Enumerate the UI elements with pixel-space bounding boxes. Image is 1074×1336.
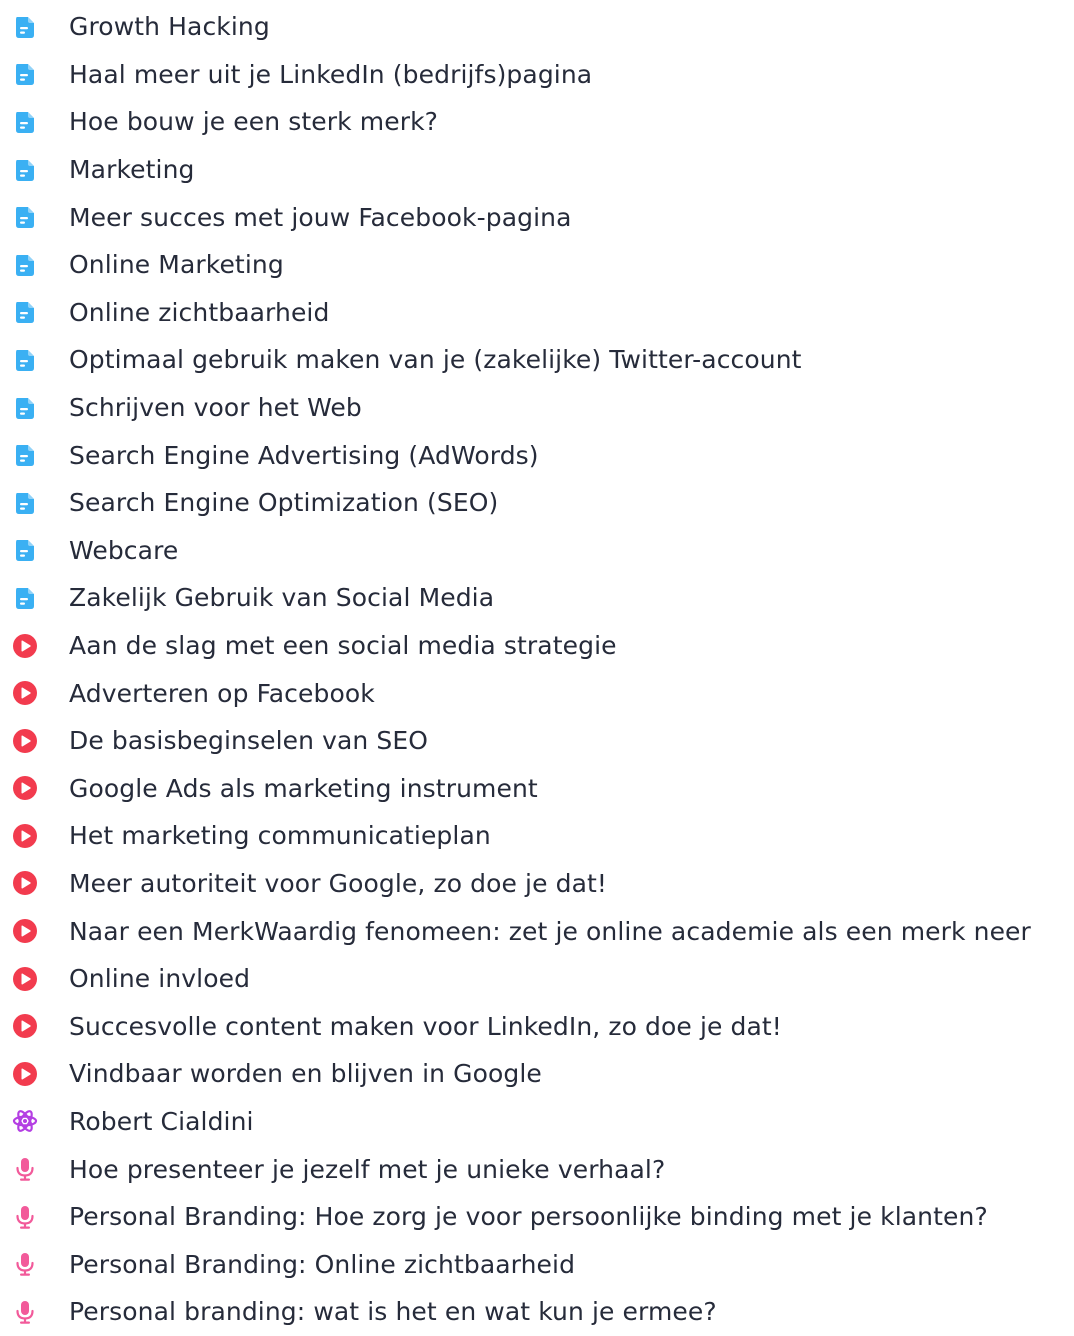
list-item[interactable]: Personal Branding: Hoe zorg je voor pers…: [0, 1193, 1074, 1241]
play-icon: [12, 823, 38, 849]
document-icon: [12, 442, 38, 468]
list-item-label[interactable]: Hoe presenteer je jezelf met je unieke v…: [69, 1157, 665, 1182]
play-icon: [12, 728, 38, 754]
list-item-label[interactable]: Personal Branding: Hoe zorg je voor pers…: [69, 1204, 988, 1229]
list-item[interactable]: Search Engine Advertising (AdWords): [0, 431, 1074, 479]
list-item-label[interactable]: Schrijven voor het Web: [69, 395, 362, 420]
document-icon: [12, 537, 38, 563]
list-item[interactable]: Optimaal gebruik maken van je (zakelijke…: [0, 336, 1074, 384]
list-item[interactable]: De basisbeginselen van SEO: [0, 717, 1074, 765]
list-item[interactable]: Het marketing communicatieplan: [0, 812, 1074, 860]
list-item[interactable]: Search Engine Optimization (SEO): [0, 479, 1074, 527]
list-item[interactable]: Google Ads als marketing instrument: [0, 765, 1074, 813]
list-item-label[interactable]: Hoe bouw je een sterk merk?: [69, 109, 438, 134]
play-icon: [12, 870, 38, 896]
play-icon: [12, 918, 38, 944]
list-item[interactable]: Hoe presenteer je jezelf met je unieke v…: [0, 1145, 1074, 1193]
list-item[interactable]: Robert Cialdini: [0, 1098, 1074, 1146]
list-item[interactable]: Vindbaar worden en blijven in Google: [0, 1050, 1074, 1098]
list-item[interactable]: Zakelijk Gebruik van Social Media: [0, 574, 1074, 622]
play-icon: [12, 680, 38, 706]
microphone-icon: [12, 1299, 38, 1325]
list-item-label[interactable]: De basisbeginselen van SEO: [69, 728, 428, 753]
list-item[interactable]: Meer autoriteit voor Google, zo doe je d…: [0, 860, 1074, 908]
list-item-label[interactable]: Aan de slag met een social media strateg…: [69, 633, 617, 658]
list-item-label[interactable]: Zakelijk Gebruik van Social Media: [69, 585, 494, 610]
list-item[interactable]: Hoe bouw je een sterk merk?: [0, 98, 1074, 146]
list-item-label[interactable]: Robert Cialdini: [69, 1109, 254, 1134]
list-item[interactable]: Succesvolle content maken voor LinkedIn,…: [0, 1002, 1074, 1050]
list-item-label[interactable]: Succesvolle content maken voor LinkedIn,…: [69, 1014, 782, 1039]
list-item-label[interactable]: Search Engine Optimization (SEO): [69, 490, 498, 515]
content-list: Growth Hacking Haal meer uit je LinkedIn …: [0, 3, 1074, 1336]
play-icon: [12, 966, 38, 992]
list-item[interactable]: Naar een MerkWaardig fenomeen: zet je on…: [0, 907, 1074, 955]
list-item-label[interactable]: Marketing: [69, 157, 195, 182]
list-item[interactable]: Meer succes met jouw Facebook-pagina: [0, 193, 1074, 241]
atom-icon: [12, 1108, 38, 1134]
microphone-icon: [12, 1156, 38, 1182]
list-item-label[interactable]: Online Marketing: [69, 252, 284, 277]
document-icon: [12, 61, 38, 87]
list-item[interactable]: Personal branding: wat is het en wat kun…: [0, 1288, 1074, 1336]
list-item-label[interactable]: Growth Hacking: [69, 14, 270, 39]
microphone-icon: [12, 1251, 38, 1277]
list-item-label[interactable]: Vindbaar worden en blijven in Google: [69, 1061, 542, 1086]
document-icon: [12, 252, 38, 278]
document-icon: [12, 157, 38, 183]
list-item-label[interactable]: Google Ads als marketing instrument: [69, 776, 538, 801]
list-item-label[interactable]: Online invloed: [69, 966, 250, 991]
list-item[interactable]: Webcare: [0, 527, 1074, 575]
list-item-label[interactable]: Naar een MerkWaardig fenomeen: zet je on…: [69, 919, 1031, 944]
list-item[interactable]: Schrijven voor het Web: [0, 384, 1074, 432]
play-icon: [12, 775, 38, 801]
list-item-label[interactable]: Webcare: [69, 538, 178, 563]
list-item[interactable]: Haal meer uit je LinkedIn (bedrijfs)pagi…: [0, 51, 1074, 99]
list-item-label[interactable]: Haal meer uit je LinkedIn (bedrijfs)pagi…: [69, 62, 592, 87]
list-item-label[interactable]: Meer autoriteit voor Google, zo doe je d…: [69, 871, 607, 896]
document-icon: [12, 109, 38, 135]
list-item-label[interactable]: Online zichtbaarheid: [69, 300, 329, 325]
document-icon: [12, 490, 38, 516]
list-item[interactable]: Personal Branding: Online zichtbaarheid: [0, 1240, 1074, 1288]
document-icon: [12, 347, 38, 373]
list-item-label[interactable]: Adverteren op Facebook: [69, 681, 375, 706]
document-icon: [12, 585, 38, 611]
list-item-label[interactable]: Optimaal gebruik maken van je (zakelijke…: [69, 347, 802, 372]
list-item[interactable]: Aan de slag met een social media strateg…: [0, 622, 1074, 670]
document-icon: [12, 299, 38, 325]
microphone-icon: [12, 1204, 38, 1230]
play-icon: [12, 1061, 38, 1087]
list-item[interactable]: Adverteren op Facebook: [0, 669, 1074, 717]
list-item-label[interactable]: Personal branding: wat is het en wat kun…: [69, 1299, 717, 1324]
play-icon: [12, 633, 38, 659]
list-item[interactable]: Marketing: [0, 146, 1074, 194]
list-item[interactable]: Online Marketing: [0, 241, 1074, 289]
list-item[interactable]: Online zichtbaarheid: [0, 289, 1074, 337]
list-item-label[interactable]: Personal Branding: Online zichtbaarheid: [69, 1252, 575, 1277]
document-icon: [12, 395, 38, 421]
list-item[interactable]: Growth Hacking: [0, 3, 1074, 51]
document-icon: [12, 204, 38, 230]
list-item-label[interactable]: Search Engine Advertising (AdWords): [69, 443, 539, 468]
document-icon: [12, 14, 38, 40]
list-item-label[interactable]: Het marketing communicatieplan: [69, 823, 491, 848]
list-item[interactable]: Online invloed: [0, 955, 1074, 1003]
list-item-label[interactable]: Meer succes met jouw Facebook-pagina: [69, 205, 572, 230]
play-icon: [12, 1013, 38, 1039]
